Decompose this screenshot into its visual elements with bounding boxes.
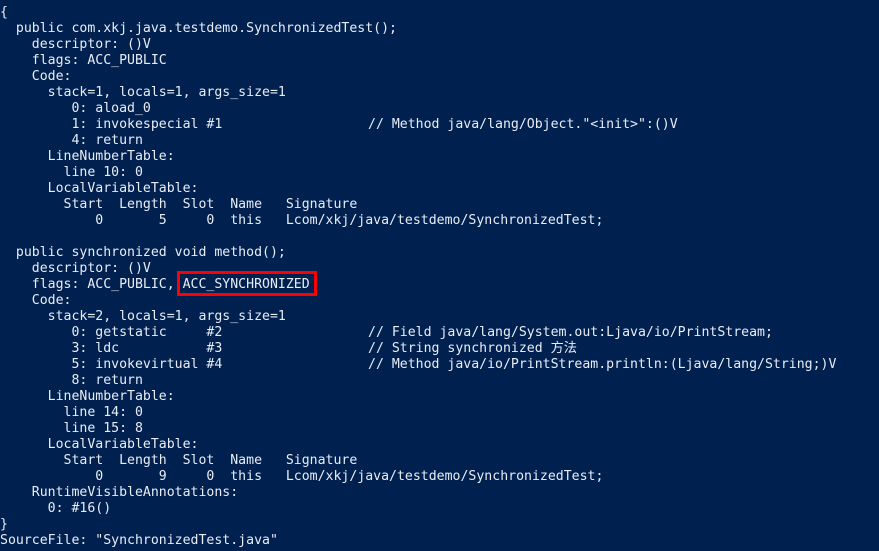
console-line: line 10: 0 bbox=[0, 165, 879, 181]
console-line-comment: // Method java/lang/Object."<init>":()V bbox=[368, 117, 678, 132]
console-line-text: descriptor: ()V bbox=[0, 37, 151, 52]
console-line: Start Length Slot Name Signature bbox=[0, 453, 879, 469]
console-line: descriptor: ()V bbox=[0, 261, 879, 277]
console-line-text: 1: invokespecial #1 bbox=[0, 117, 223, 132]
console-line: 0 5 0 this Lcom/xkj/java/testdemo/Synchr… bbox=[0, 213, 879, 229]
console-line: Code: bbox=[0, 69, 879, 85]
console-line-text: Code: bbox=[0, 293, 72, 308]
console-line-text: descriptor: ()V bbox=[0, 261, 151, 276]
console-line: 0: #16() bbox=[0, 501, 879, 517]
console-line: flags: ACC_PUBLIC, ACC_SYNCHRONIZED bbox=[0, 277, 879, 293]
console-line-text: LocalVariableTable: bbox=[0, 437, 199, 452]
console-line: stack=2, locals=1, args_size=1 bbox=[0, 309, 879, 325]
console-line-text: public synchronized void method(); bbox=[0, 245, 286, 260]
console-line-text: 8: return bbox=[0, 373, 143, 388]
console-line: Code: bbox=[0, 293, 879, 309]
javap-output: { public com.xkj.java.testdemo.Synchroni… bbox=[0, 0, 879, 551]
console-line-text: line 10: 0 bbox=[0, 165, 143, 180]
console-line: LineNumberTable: bbox=[0, 389, 879, 405]
console-line-text: 0: getstatic #2 bbox=[0, 325, 223, 340]
console-line-text: LineNumberTable: bbox=[0, 149, 175, 164]
console-line-text: Start Length Slot Name Signature bbox=[0, 197, 358, 212]
console-line-text: 0 9 0 this Lcom/xkj/java/testdemo/Synchr… bbox=[0, 469, 604, 484]
console-line-text: stack=1, locals=1, args_size=1 bbox=[0, 85, 286, 100]
console-line-text: stack=2, locals=1, args_size=1 bbox=[0, 309, 286, 324]
console-line-text: Code: bbox=[0, 69, 72, 84]
console-line: LocalVariableTable: bbox=[0, 181, 879, 197]
console-line: { bbox=[0, 5, 879, 21]
console-line-comment: // String synchronized 方法 bbox=[368, 341, 577, 356]
console-line-text: LocalVariableTable: bbox=[0, 181, 199, 196]
console-line-comment: // Method java/io/PrintStream.println:(L… bbox=[368, 357, 837, 372]
console-line-text: public com.xkj.java.testdemo.Synchronize… bbox=[0, 21, 397, 36]
console-line: public synchronized void method(); bbox=[0, 245, 879, 261]
console-line-text: 0: aload_0 bbox=[0, 101, 151, 116]
console-line-text: line 14: 0 bbox=[0, 405, 143, 420]
console-line-text: Start Length Slot Name Signature bbox=[0, 453, 358, 468]
console-line-text: LineNumberTable: bbox=[0, 389, 175, 404]
console-line: } bbox=[0, 517, 879, 533]
console-line: 3: ldc #3 // String synchronized 方法 bbox=[0, 341, 879, 357]
console-line: line 15: 8 bbox=[0, 421, 879, 437]
console-line-text: } bbox=[0, 517, 8, 532]
console-line: Start Length Slot Name Signature bbox=[0, 197, 879, 213]
console-line-text: flags: ACC_PUBLIC bbox=[0, 53, 167, 68]
console-line: LocalVariableTable: bbox=[0, 437, 879, 453]
cjk-text: 方法 bbox=[550, 341, 577, 356]
console-line: public com.xkj.java.testdemo.Synchronize… bbox=[0, 21, 879, 37]
console-line-text: 0 5 0 this Lcom/xkj/java/testdemo/Synchr… bbox=[0, 213, 604, 228]
console-line-text: 4: return bbox=[0, 133, 143, 148]
terminal-screen[interactable]: { public com.xkj.java.testdemo.Synchroni… bbox=[0, 0, 879, 551]
console-line: descriptor: ()V bbox=[0, 37, 879, 53]
console-line-text: flags: ACC_PUBLIC, ACC_SYNCHRONIZED bbox=[0, 277, 310, 292]
console-line-text: { bbox=[0, 5, 8, 20]
console-line: 8: return bbox=[0, 373, 879, 389]
console-line: 1: invokespecial #1 // Method java/lang/O… bbox=[0, 117, 879, 133]
console-line: 0 9 0 this Lcom/xkj/java/testdemo/Synchr… bbox=[0, 469, 879, 485]
console-line: flags: ACC_PUBLIC bbox=[0, 53, 879, 69]
console-line-text: RuntimeVisibleAnnotations: bbox=[0, 485, 239, 500]
console-line-text: SourceFile: "SynchronizedTest.java" bbox=[0, 533, 278, 548]
console-line-text: 3: ldc #3 bbox=[0, 341, 223, 356]
console-line: stack=1, locals=1, args_size=1 bbox=[0, 85, 879, 101]
console-line-text: line 15: 8 bbox=[0, 421, 143, 436]
console-line: 0: aload_0 bbox=[0, 101, 879, 117]
console-line: 0: getstatic #2 // Field java/lang/System… bbox=[0, 325, 879, 341]
console-line: SourceFile: "SynchronizedTest.java" bbox=[0, 533, 879, 549]
console-line: line 14: 0 bbox=[0, 405, 879, 421]
console-line: RuntimeVisibleAnnotations: bbox=[0, 485, 879, 501]
console-line-text: 5: invokevirtual #4 bbox=[0, 357, 223, 372]
console-line: 4: return bbox=[0, 133, 879, 149]
console-line-text: 0: #16() bbox=[0, 501, 112, 516]
console-line: LineNumberTable: bbox=[0, 149, 879, 165]
console-line: 5: invokevirtual #4 // Method java/io/Pri… bbox=[0, 357, 879, 373]
console-line-comment: // Field java/lang/System.out:Ljava/io/P… bbox=[368, 325, 773, 340]
